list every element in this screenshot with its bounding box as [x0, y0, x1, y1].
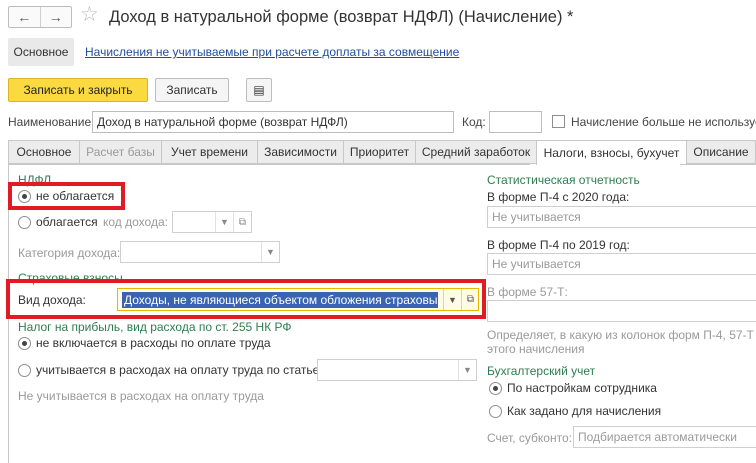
ndfl-taxed-label: облагается	[36, 215, 98, 229]
not-included-radio[interactable]	[18, 337, 31, 350]
account-field[interactable]: Подбирается автоматически	[573, 426, 756, 448]
tab-panel-border-right	[680, 164, 756, 165]
tab-time-accounting[interactable]: Учет времени	[161, 140, 257, 164]
nav-link-combination-accruals[interactable]: Начисления не учитываемые при расчете до…	[85, 45, 459, 59]
statistics-header: Статистическая отчетность	[487, 173, 640, 187]
p4-2019-label: В форме П-4 по 2019 год:	[487, 238, 630, 252]
accounting-header: Бухгалтерский учет	[487, 364, 596, 378]
account-label: Счет, субконто:	[487, 431, 572, 445]
chevron-down-icon[interactable]: ▼	[261, 242, 279, 262]
favorite-star-icon[interactable]: ☆	[80, 3, 99, 27]
form-57t-label: В форме 57-Т:	[487, 285, 568, 299]
tab-panel-border-left	[8, 164, 530, 165]
profit-tax-note: Не учитывается в расходах на оплату труд…	[18, 389, 264, 403]
nav-main-section[interactable]: Основное	[8, 38, 74, 66]
p4-2019-field[interactable]: Не учитывается	[487, 253, 756, 275]
tab-taxes[interactable]: Налоги, взносы, бухучет	[536, 140, 686, 165]
income-category-combo[interactable]: ▼	[120, 241, 280, 263]
tab-average-earnings[interactable]: Средний заработок	[415, 140, 536, 164]
by-employee-label: По настройкам сотрудника	[507, 381, 657, 395]
p4-2020-value: Не учитывается	[492, 210, 581, 224]
name-input[interactable]: Доход в натуральной форме (возврат НДФЛ)	[92, 111, 454, 133]
ndfl-not-taxed-radio[interactable]	[18, 190, 31, 203]
income-category-label: Категория дохода:	[18, 246, 121, 260]
forward-arrow-icon[interactable]: →	[39, 7, 72, 27]
tab-strip: Основное Расчет базы Учет времени Зависи…	[8, 140, 756, 165]
ndfl-not-taxed-label: не облагается	[36, 189, 115, 203]
back-arrow-icon[interactable]: ←	[9, 7, 40, 27]
p4-2019-value: Не учитывается	[492, 257, 581, 271]
save-and-close-button[interactable]: Записать и закрыть	[8, 78, 148, 102]
income-code-combo[interactable]: ▼ ⧉	[172, 211, 252, 233]
window-title: Доход в натуральной форме (возврат НДФЛ)…	[109, 8, 574, 26]
p4-2020-label: В форме П-4 с 2020 года:	[487, 190, 630, 204]
account-value: Подбирается автоматически	[578, 430, 737, 444]
code-label: Код:	[462, 115, 486, 129]
chevron-down-icon[interactable]: ▼	[443, 289, 461, 310]
tab-dependencies[interactable]: Зависимости	[257, 140, 343, 164]
save-button[interactable]: Записать	[155, 78, 229, 102]
not-included-label: не включается в расходы по оплате труда	[36, 336, 271, 350]
history-nav: ← →	[8, 6, 72, 28]
report-icon[interactable]: ▤	[246, 78, 272, 102]
open-form-icon[interactable]: ⧉	[461, 289, 479, 310]
ndfl-taxed-radio[interactable]	[18, 216, 31, 229]
tab-priority[interactable]: Приоритет	[343, 140, 415, 164]
unused-checkbox[interactable]	[552, 115, 565, 128]
form-57t-field[interactable]	[487, 300, 756, 322]
profit-tax-header: Налог на прибыль, вид расхода по ст. 255…	[18, 320, 292, 334]
income-type-field[interactable]: Доходы, не являющиеся объектом обложения…	[117, 288, 479, 311]
tab-calc-base[interactable]: Расчет базы	[79, 140, 161, 164]
tab-description[interactable]: Описание	[686, 140, 756, 164]
p4-2020-field[interactable]: Не учитывается	[487, 206, 756, 228]
chevron-down-icon[interactable]: ▼	[458, 360, 476, 380]
expense-article-combo[interactable]: ▼	[317, 359, 477, 381]
unused-label: Начисление больше не используется	[571, 115, 756, 129]
income-type-value: Доходы, не являющиеся объектом обложения…	[122, 292, 438, 308]
tab-main[interactable]: Основное	[8, 140, 79, 164]
name-label: Наименование:	[8, 115, 95, 129]
income-code-label: код дохода:	[103, 215, 168, 229]
statistics-description-line2: этого начисления	[487, 342, 585, 356]
counted-label: учитывается в расходах на оплату труда п…	[36, 363, 323, 377]
statistics-description-line1: Определяет, в какую из колонок форм П-4,…	[487, 328, 756, 342]
counted-radio[interactable]	[18, 364, 31, 377]
as-specified-radio[interactable]	[489, 405, 502, 418]
income-type-label: Вид дохода:	[18, 293, 86, 307]
chevron-down-icon[interactable]: ▼	[215, 212, 233, 232]
as-specified-label: Как задано для начисления	[507, 404, 662, 418]
by-employee-radio[interactable]	[489, 382, 502, 395]
open-form-icon[interactable]: ⧉	[233, 212, 251, 232]
code-input[interactable]	[489, 111, 542, 133]
